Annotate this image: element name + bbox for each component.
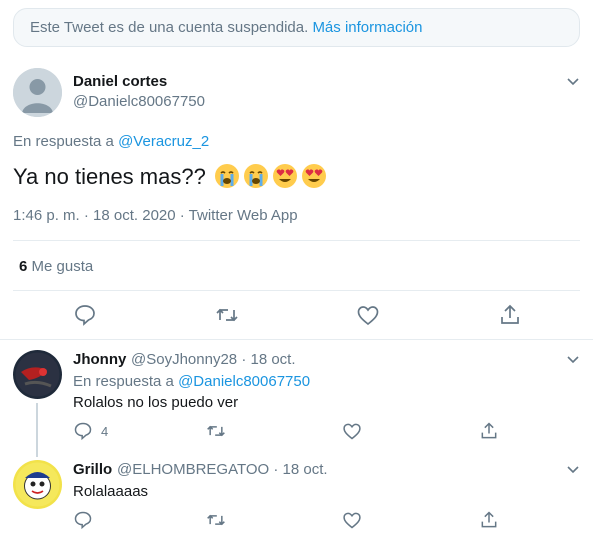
- notice-text: Este Tweet es de una cuenta suspendida.: [30, 19, 309, 36]
- author-name[interactable]: Daniel cortes: [73, 73, 167, 90]
- like-icon[interactable]: [356, 303, 380, 327]
- reply-icon[interactable]: [73, 510, 93, 530]
- reply-author-handle[interactable]: @SoyJhonny28: [131, 351, 237, 368]
- share-icon[interactable]: [479, 510, 499, 530]
- heart-eyes-emoji: [271, 162, 299, 190]
- divider: [13, 290, 580, 291]
- retweet-icon[interactable]: [215, 303, 239, 327]
- reply-context: En respuesta a @Danielc80067750: [73, 373, 310, 390]
- like-icon[interactable]: [342, 421, 362, 441]
- reply-text: Rolalaaaas: [73, 483, 149, 500]
- reply-count: 4: [101, 424, 109, 439]
- author-handle[interactable]: @Danielc80067750: [73, 93, 205, 110]
- reply-context-prefix: En respuesta a: [13, 133, 114, 150]
- crying-face-emoji: [242, 162, 270, 190]
- share-icon[interactable]: [498, 303, 522, 327]
- reply-meta: @ELHOMBREGATOO · 18 oct.: [117, 461, 328, 478]
- reply-context: En respuesta a @Veracruz_2: [13, 133, 209, 150]
- tweet-text: Ya no tienes mas??: [13, 162, 328, 191]
- reply-author-handle[interactable]: @ELHOMBREGATOO: [117, 461, 269, 478]
- tweet-body: Ya no tienes mas??: [13, 164, 206, 189]
- retweet-icon[interactable]: [206, 510, 226, 530]
- reply-date[interactable]: · 18 oct.: [241, 351, 295, 368]
- avatar[interactable]: [13, 460, 62, 509]
- reply-context-prefix: En respuesta a: [73, 373, 174, 390]
- divider: [13, 240, 580, 241]
- like-icon[interactable]: [342, 510, 362, 530]
- likes-label: Me gusta: [31, 258, 94, 275]
- reply-to-link[interactable]: @Veracruz_2: [118, 133, 209, 150]
- reply-icon[interactable]: [73, 421, 93, 441]
- more-info-link[interactable]: Más información: [312, 19, 422, 36]
- likes-count: 6: [19, 258, 28, 275]
- reply-to-link[interactable]: @Danielc80067750: [178, 373, 310, 390]
- chevron-down-icon[interactable]: [566, 74, 580, 90]
- reply-author-name[interactable]: Grillo: [73, 461, 112, 478]
- share-icon[interactable]: [479, 421, 499, 441]
- reply-text: Rolalos no los puedo ver: [73, 394, 239, 411]
- chevron-down-icon[interactable]: [566, 462, 580, 478]
- suspended-notice: Este Tweet es de una cuenta suspendida. …: [13, 8, 580, 47]
- reply-author-name[interactable]: Jhonny: [73, 351, 126, 368]
- crying-face-emoji: [213, 162, 241, 190]
- divider: [0, 339, 593, 340]
- avatar[interactable]: [13, 350, 62, 399]
- chevron-down-icon[interactable]: [566, 352, 580, 368]
- avatar[interactable]: [13, 68, 62, 117]
- retweet-icon[interactable]: [206, 421, 226, 441]
- likes-link[interactable]: 6 Me gusta: [19, 258, 93, 275]
- reply-icon[interactable]: [73, 303, 97, 327]
- thread-connector: [36, 403, 38, 457]
- reply-meta: @SoyJhonny28 · 18 oct.: [131, 351, 296, 368]
- tweet-timestamp[interactable]: 1:46 p. m. · 18 oct. 2020 · Twitter Web …: [13, 207, 298, 224]
- heart-eyes-emoji: [300, 162, 328, 190]
- reply-date[interactable]: · 18 oct.: [273, 461, 327, 478]
